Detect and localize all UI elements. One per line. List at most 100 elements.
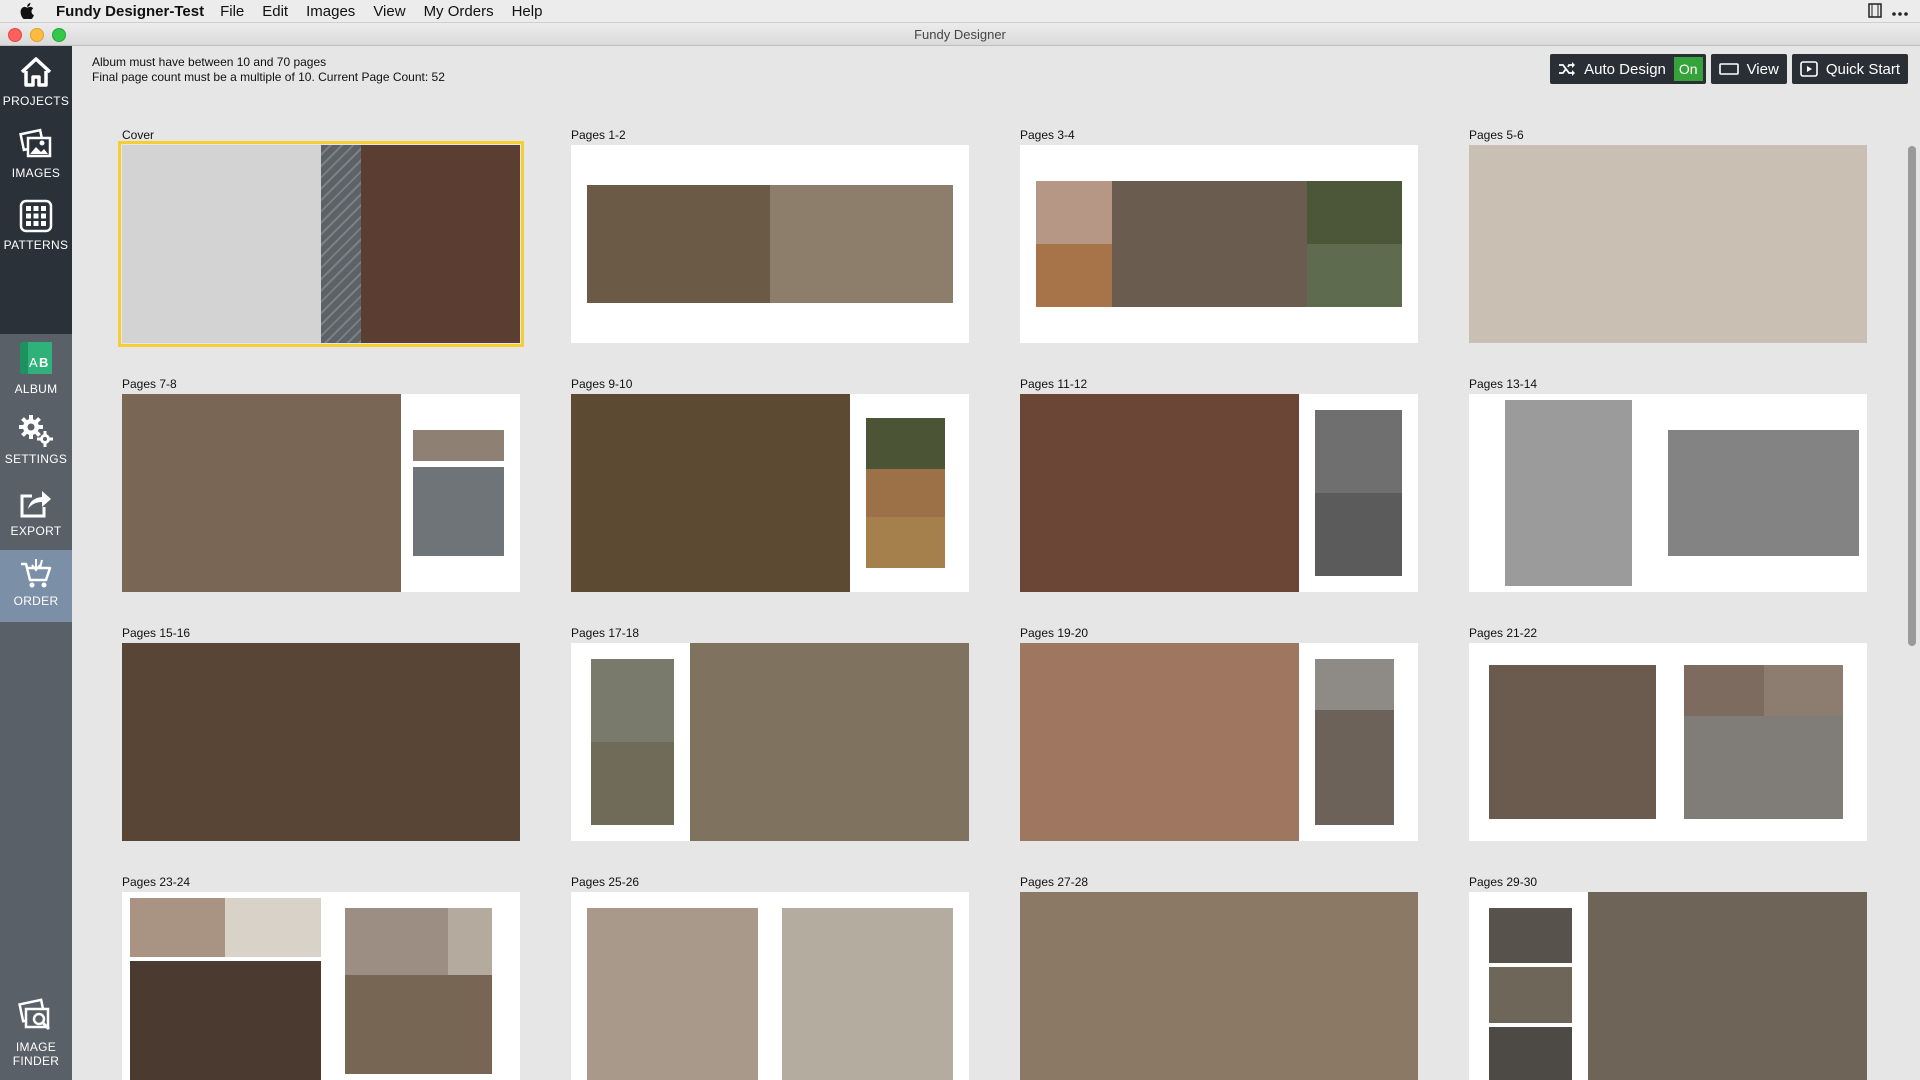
vertical-scrollbar[interactable] — [1908, 146, 1916, 646]
photo-placeholder[interactable] — [1306, 180, 1403, 244]
sidebar: PROJECTS IMAGES PATTERNS AB ALBUM SETTIN… — [0, 46, 72, 1080]
sidebar-item-projects[interactable]: PROJECTS — [0, 54, 72, 108]
photo-placeholder[interactable] — [1504, 399, 1633, 587]
photo-placeholder[interactable] — [571, 394, 850, 592]
album-spread[interactable] — [571, 892, 969, 1080]
cover-spread[interactable] — [118, 141, 524, 347]
view-button[interactable]: View — [1710, 54, 1787, 84]
photo-placeholder[interactable] — [1683, 716, 1844, 820]
album-spread[interactable] — [122, 892, 520, 1080]
photo-placeholder[interactable] — [1020, 394, 1299, 592]
filmstrip-icon[interactable] — [1868, 3, 1882, 22]
photo-placeholder[interactable] — [1111, 180, 1307, 308]
photo-placeholder[interactable] — [1683, 664, 1764, 717]
menu-file[interactable]: File — [220, 3, 244, 20]
menu-images[interactable]: Images — [306, 3, 355, 20]
menu-my-orders[interactable]: My Orders — [424, 3, 494, 20]
photo-placeholder[interactable] — [1314, 710, 1395, 826]
spread-label: Pages 9-10 — [571, 377, 633, 391]
photo-placeholder[interactable] — [122, 394, 401, 592]
menu-help[interactable]: Help — [512, 3, 543, 20]
photo-placeholder[interactable] — [344, 975, 493, 1075]
photo-placeholder[interactable] — [1035, 180, 1112, 244]
photo-placeholder[interactable] — [1020, 643, 1299, 841]
sidebar-item-patterns[interactable]: PATTERNS — [0, 198, 72, 252]
svg-text:B: B — [39, 355, 49, 370]
quick-start-button[interactable]: Quick Start — [1791, 54, 1908, 84]
album-spread[interactable] — [1020, 394, 1418, 592]
photo-placeholder[interactable] — [586, 907, 759, 1080]
photo-placeholder[interactable] — [448, 907, 493, 976]
quick-start-label: Quick Start — [1825, 60, 1900, 78]
minimize-window-button[interactable] — [30, 28, 44, 42]
sidebar-item-images[interactable]: IMAGES — [0, 126, 72, 180]
menu-app-name[interactable]: Fundy Designer-Test — [56, 3, 204, 20]
photo-placeholder[interactable] — [360, 145, 520, 343]
album-spread[interactable] — [1020, 145, 1418, 343]
sidebar-item-label: ALBUM — [14, 382, 58, 396]
menu-edit[interactable]: Edit — [262, 3, 288, 20]
sidebar-item-settings[interactable]: SETTINGS — [0, 414, 72, 466]
more-menu-icon[interactable] — [1892, 4, 1908, 21]
photo-placeholder[interactable] — [865, 417, 946, 470]
spread-label: Pages 27-28 — [1020, 875, 1089, 889]
photo-placeholder[interactable] — [1488, 907, 1573, 964]
photo-placeholder[interactable] — [1314, 658, 1395, 711]
sidebar-item-album[interactable]: AB ALBUM — [0, 338, 72, 396]
photo-placeholder[interactable] — [1588, 892, 1867, 1080]
photo-placeholder[interactable] — [1668, 429, 1860, 557]
photo-placeholder[interactable] — [1314, 493, 1403, 577]
photo-placeholder[interactable] — [1488, 1026, 1573, 1080]
close-window-button[interactable] — [8, 28, 22, 42]
album-spread[interactable] — [122, 394, 520, 592]
auto-design-toggle[interactable]: On — [1673, 57, 1703, 81]
photo-placeholder[interactable] — [129, 961, 321, 1080]
album-spread[interactable] — [122, 643, 520, 841]
sidebar-item-order[interactable]: ORDER — [0, 550, 72, 622]
spread-label: Cover — [122, 128, 155, 142]
photo-placeholder[interactable] — [590, 742, 675, 826]
sidebar-item-label: IMAGES — [11, 166, 61, 180]
photo-placeholder[interactable] — [1035, 244, 1112, 308]
photo-placeholder[interactable] — [1763, 664, 1844, 717]
photo-placeholder[interactable] — [225, 897, 321, 958]
photo-placeholder[interactable] — [412, 429, 505, 462]
auto-design-button[interactable]: Auto Design On — [1550, 54, 1706, 84]
album-spread[interactable] — [1469, 145, 1867, 343]
photo-placeholder[interactable] — [781, 907, 954, 1080]
sidebar-item-image-finder[interactable]: IMAGE FINDER — [0, 996, 72, 1068]
export-icon — [20, 491, 51, 518]
photo-placeholder[interactable] — [1469, 145, 1867, 343]
sidebar-item-export[interactable]: EXPORT — [0, 486, 72, 538]
photo-placeholder[interactable] — [1488, 967, 1573, 1023]
photo-placeholder[interactable] — [690, 643, 969, 841]
album-spread[interactable] — [1469, 394, 1867, 592]
photo-placeholder[interactable] — [1020, 892, 1418, 1080]
photo-placeholder[interactable] — [412, 467, 505, 557]
spread-label: Pages 25-26 — [571, 875, 640, 889]
zoom-window-button[interactable] — [52, 28, 66, 42]
photo-placeholder[interactable] — [770, 184, 954, 304]
photo-placeholder[interactable] — [344, 907, 449, 976]
photo-placeholder[interactable] — [122, 145, 321, 343]
album-spread[interactable] — [1020, 892, 1418, 1080]
photo-placeholder[interactable] — [865, 469, 946, 517]
photo-placeholder[interactable] — [1314, 409, 1403, 493]
album-spread[interactable] — [1469, 643, 1867, 841]
photo-placeholder[interactable] — [122, 643, 520, 841]
album-spread[interactable] — [1020, 643, 1418, 841]
apple-icon[interactable] — [20, 3, 38, 19]
spread-label: Pages 3-4 — [1020, 128, 1075, 142]
photo-placeholder[interactable] — [1488, 664, 1657, 820]
photo-placeholder[interactable] — [586, 184, 770, 304]
album-spread[interactable] — [571, 145, 969, 343]
album-spread[interactable] — [571, 643, 969, 841]
photo-placeholder[interactable] — [865, 516, 946, 569]
album-spread[interactable] — [1469, 892, 1867, 1080]
photo-placeholder[interactable] — [1306, 244, 1403, 308]
menu-view[interactable]: View — [373, 3, 405, 20]
photo-placeholder[interactable] — [321, 145, 361, 343]
photo-placeholder[interactable] — [129, 897, 226, 958]
photo-placeholder[interactable] — [590, 658, 675, 742]
album-spread[interactable] — [571, 394, 969, 592]
